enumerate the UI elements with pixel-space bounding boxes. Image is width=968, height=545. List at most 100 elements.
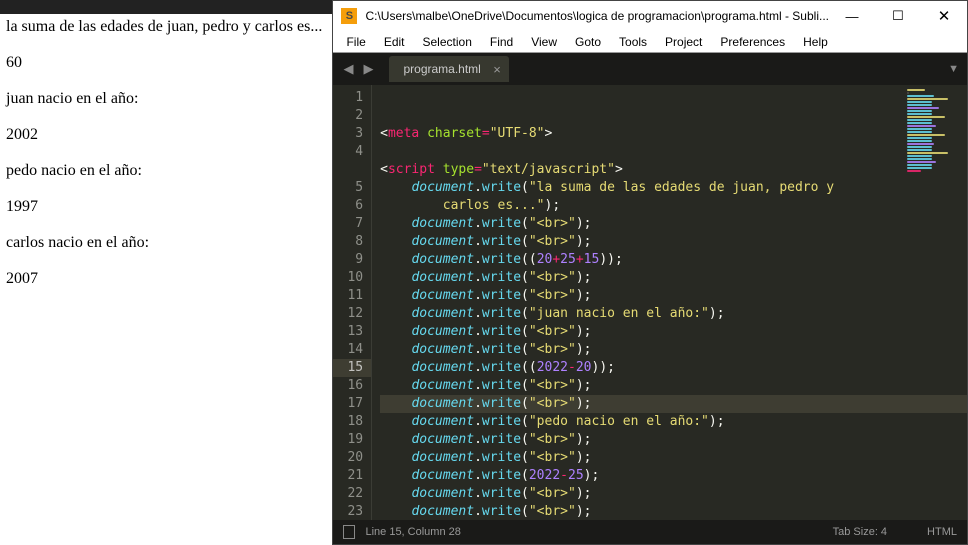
line-number: 3 bbox=[347, 125, 363, 143]
titlebar: S C:\Users\malbe\OneDrive\Documentos\log… bbox=[333, 1, 967, 31]
code-line[interactable]: document.write("<br>"); bbox=[380, 377, 967, 395]
minimap-line bbox=[907, 122, 932, 124]
minimap-line bbox=[907, 152, 948, 154]
line-number: 14 bbox=[347, 341, 363, 359]
browser-line bbox=[6, 36, 326, 54]
minimap-line bbox=[907, 98, 948, 100]
minimap-line bbox=[907, 161, 936, 163]
editor-window: S C:\Users\malbe\OneDrive\Documentos\log… bbox=[332, 0, 968, 545]
code-line[interactable] bbox=[380, 143, 967, 161]
code-line[interactable]: document.write("<br>"); bbox=[380, 323, 967, 341]
line-number: 18 bbox=[347, 413, 363, 431]
menu-item[interactable]: Project bbox=[656, 33, 711, 51]
menubar: FileEditSelectionFindViewGotoToolsProjec… bbox=[333, 31, 967, 53]
line-number: 12 bbox=[347, 305, 363, 323]
code-line[interactable]: document.write("<br>"); bbox=[380, 215, 967, 233]
code-line[interactable]: <meta charset="UTF-8"> bbox=[380, 125, 967, 143]
menu-item[interactable]: File bbox=[337, 33, 374, 51]
tab-file[interactable]: programa.html × bbox=[389, 56, 508, 82]
minimap-line bbox=[907, 116, 945, 118]
line-number: 9 bbox=[347, 251, 363, 269]
code-line[interactable]: document.write(2022-25); bbox=[380, 467, 967, 485]
minimap-line bbox=[907, 89, 925, 91]
menu-item[interactable]: Selection bbox=[414, 33, 481, 51]
browser-line: carlos nacio en el año: bbox=[6, 234, 326, 252]
code-line[interactable]: document.write("la suma de las edades de… bbox=[380, 179, 967, 197]
code-line[interactable]: document.write("<br>"); bbox=[380, 503, 967, 520]
status-tabsize[interactable]: Tab Size: 4 bbox=[833, 526, 887, 538]
minimap-line bbox=[907, 131, 932, 133]
minimap-line bbox=[907, 149, 932, 151]
browser-line: 60 bbox=[6, 54, 326, 72]
line-number: 16 bbox=[347, 377, 363, 395]
code-line[interactable]: document.write("<br>"); bbox=[380, 395, 967, 413]
browser-line: juan nacio en el año: bbox=[6, 90, 326, 108]
minimap-line bbox=[907, 170, 921, 172]
code-content[interactable]: <meta charset="UTF-8"> <script type="text… bbox=[372, 85, 967, 520]
code-line[interactable]: document.write("<br>"); bbox=[380, 431, 967, 449]
browser-line: pedo nacio en el año: bbox=[6, 162, 326, 180]
browser-output: la suma de las edades de juan, pedro y c… bbox=[0, 0, 332, 545]
line-number: 23 bbox=[347, 503, 363, 520]
status-cursor: Line 15, Column 28 bbox=[365, 526, 460, 538]
minimap-line bbox=[907, 143, 934, 145]
code-line[interactable]: document.write((2022-20)); bbox=[380, 359, 967, 377]
nav-forward-icon[interactable]: ▶ bbox=[359, 60, 377, 78]
line-number: 15 bbox=[333, 359, 371, 377]
tab-close-icon[interactable]: × bbox=[493, 62, 501, 77]
minimap-line bbox=[907, 95, 934, 97]
maximize-button[interactable]: ☐ bbox=[875, 1, 921, 31]
line-number: 7 bbox=[347, 215, 363, 233]
code-line[interactable]: document.write("pedo nacio en el año:"); bbox=[380, 413, 967, 431]
line-number: 2 bbox=[347, 107, 363, 125]
line-number: 4 bbox=[347, 143, 363, 161]
minimap-line bbox=[907, 164, 932, 166]
browser-line bbox=[6, 144, 326, 162]
app-icon: S bbox=[341, 8, 357, 24]
code-line[interactable]: document.write("<br>"); bbox=[380, 287, 967, 305]
code-line[interactable]: document.write("<br>"); bbox=[380, 341, 967, 359]
tab-label: programa.html bbox=[403, 62, 480, 76]
browser-line bbox=[6, 72, 326, 90]
tabbar: ◀ ▶ programa.html × ▼ bbox=[333, 53, 967, 85]
code-line[interactable]: document.write("<br>"); bbox=[380, 269, 967, 287]
code-line[interactable]: document.write((20+25+15)); bbox=[380, 251, 967, 269]
menu-item[interactable]: Preferences bbox=[711, 33, 794, 51]
minimap-line bbox=[907, 134, 945, 136]
code-line[interactable]: carlos es..."); bbox=[380, 197, 967, 215]
minimap-line bbox=[907, 140, 932, 142]
status-syntax[interactable]: HTML bbox=[927, 526, 957, 538]
browser-line bbox=[6, 108, 326, 126]
minimap-line bbox=[907, 125, 936, 127]
minimap-line bbox=[907, 155, 932, 157]
browser-line: 1997 bbox=[6, 198, 326, 216]
browser-line bbox=[6, 216, 326, 234]
code-line[interactable]: document.write("<br>"); bbox=[380, 449, 967, 467]
menu-item[interactable]: Tools bbox=[610, 33, 656, 51]
menu-item[interactable]: Help bbox=[794, 33, 837, 51]
menu-item[interactable]: Find bbox=[481, 33, 522, 51]
minimap[interactable] bbox=[903, 89, 949, 209]
line-number: 20 bbox=[347, 449, 363, 467]
line-number: 8 bbox=[347, 233, 363, 251]
browser-line: 2007 bbox=[6, 270, 326, 288]
line-number: 19 bbox=[347, 431, 363, 449]
code-line[interactable]: document.write("juan nacio en el año:"); bbox=[380, 305, 967, 323]
minimap-line bbox=[907, 167, 932, 169]
minimize-button[interactable]: — bbox=[829, 1, 875, 31]
menu-item[interactable]: View bbox=[522, 33, 566, 51]
line-number: 5 bbox=[347, 179, 363, 197]
nav-back-icon[interactable]: ◀ bbox=[339, 60, 357, 78]
code-line[interactable]: <script type="text/javascript"> bbox=[380, 161, 967, 179]
tab-dropdown-icon[interactable]: ▼ bbox=[948, 63, 959, 75]
code-line[interactable]: document.write("<br>"); bbox=[380, 485, 967, 503]
line-number bbox=[347, 161, 363, 179]
editor-area[interactable]: 1234567891011121314151617181920212223 <m… bbox=[333, 85, 967, 520]
menu-item[interactable]: Edit bbox=[375, 33, 414, 51]
minimap-line bbox=[907, 104, 932, 106]
minimap-line bbox=[907, 137, 932, 139]
code-line[interactable]: document.write("<br>"); bbox=[380, 233, 967, 251]
minimap-line bbox=[907, 158, 932, 160]
menu-item[interactable]: Goto bbox=[566, 33, 610, 51]
close-button[interactable]: ✕ bbox=[921, 1, 967, 31]
